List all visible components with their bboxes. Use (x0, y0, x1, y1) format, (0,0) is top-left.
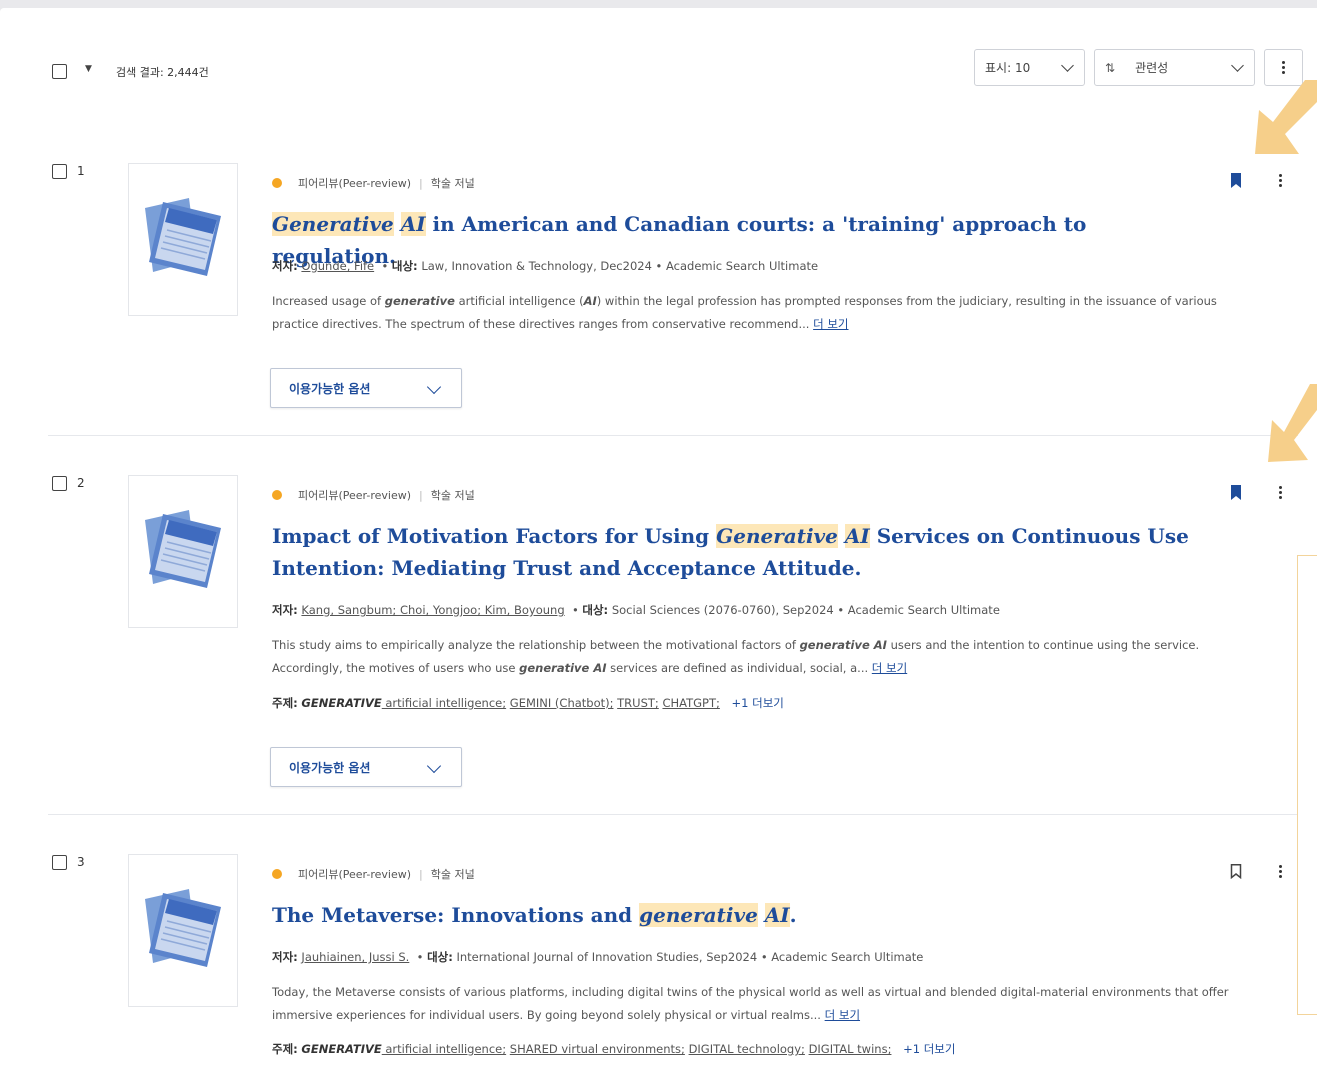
result-byline: 저자: Ogunde, Fife • 대상: Law, Innovation &… (272, 259, 819, 273)
chevron-down-icon (426, 758, 442, 774)
available-options-button[interactable]: 이용가능한 옵션 (270, 368, 462, 408)
document-icon (145, 198, 221, 276)
peer-review-icon (272, 490, 282, 500)
result-item: 3 피어리뷰(Peer-review) | 학술 저널 The Metavers… (0, 849, 1317, 1072)
sort-icon: ⇅ (1105, 60, 1116, 75)
subject-link[interactable]: DIGITAL twins; (809, 1042, 892, 1056)
results-toolbar: ▼ 검색 결과: 2,444건 표시: 10 ⇅ 관련성 (0, 8, 1317, 118)
document-icon (145, 889, 221, 967)
source-text: International Journal of Innovation Stud… (456, 950, 924, 964)
document-thumbnail[interactable] (128, 163, 238, 316)
subjects-more-link[interactable]: +1 더보기 (732, 696, 784, 710)
peer-review-icon (272, 178, 282, 188)
result-abstract: This study aims to empirically analyze t… (272, 638, 1200, 675)
subject-link[interactable]: DIGITAL technology; (689, 1042, 805, 1056)
peer-review-label: 피어리뷰(Peer-review) (298, 868, 412, 881)
result-checkbox[interactable] (52, 855, 67, 870)
display-count-label: 표시: 10 (985, 61, 1031, 75)
result-meta: 피어리뷰(Peer-review) | 학술 저널 (272, 175, 475, 191)
result-meta: 피어리뷰(Peer-review) | 학술 저널 (272, 487, 475, 503)
bookmark-filled-icon[interactable] (1230, 485, 1242, 500)
result-checkbox[interactable] (52, 164, 67, 179)
author-link[interactable]: Jauhiainen, Jussi S. (301, 950, 409, 964)
result-more-icon[interactable] (1274, 486, 1286, 499)
subjects-more-link[interactable]: +1 더보기 (903, 1042, 955, 1056)
bookmark-filled-icon[interactable] (1230, 173, 1242, 188)
result-abstract: Increased usage of generative artificial… (272, 294, 1217, 331)
result-divider (48, 435, 1298, 436)
document-thumbnail[interactable] (128, 854, 238, 1007)
select-menu-caret-icon[interactable]: ▼ (85, 64, 92, 74)
annotation-arrow (1255, 80, 1317, 154)
result-byline: 저자: Jauhiainen, Jussi S. • 대상: Internati… (272, 950, 924, 964)
doc-type-label: 학술 저널 (430, 868, 475, 881)
annotation-arrow (1268, 384, 1317, 462)
doc-type-label: 학술 저널 (430, 489, 475, 502)
peer-review-label: 피어리뷰(Peer-review) (298, 177, 412, 190)
select-all-checkbox[interactable] (52, 64, 67, 79)
subject-link[interactable]: SHARED virtual environments; (510, 1042, 685, 1056)
peer-review-icon (272, 869, 282, 879)
result-item: 2 피어리뷰(Peer-review) | 학술 저널 Impact of Mo… (0, 470, 1317, 810)
display-count-select[interactable]: 표시: 10 (974, 49, 1085, 86)
show-more-link[interactable]: 더 보기 (872, 661, 907, 675)
source-text: Law, Innovation & Technology, Dec2024 • … (421, 259, 819, 273)
doc-type-label: 학술 저널 (430, 177, 475, 190)
available-options-button[interactable]: 이용가능한 옵션 (270, 747, 462, 787)
result-divider (48, 814, 1298, 815)
result-more-icon[interactable] (1274, 174, 1286, 187)
result-more-icon[interactable] (1274, 865, 1286, 878)
document-thumbnail[interactable] (128, 475, 238, 628)
author-link[interactable]: Ogunde, Fife (301, 259, 374, 273)
result-title-link[interactable]: Impact of Motivation Factors for Using G… (272, 520, 1202, 584)
result-number: 3 (77, 855, 85, 869)
result-meta: 피어리뷰(Peer-review) | 학술 저널 (272, 866, 475, 882)
subject-link[interactable]: GEMINI (Chatbot); (510, 696, 614, 710)
subject-link[interactable]: artificial intelligence; (382, 696, 506, 710)
sort-select[interactable]: ⇅ 관련성 (1094, 49, 1255, 86)
subject-link[interactable]: CHATGPT; (662, 696, 719, 710)
author-link[interactable]: Kang, Sangbum; Choi, Yongjoo; Kim, Boyou… (301, 603, 564, 617)
peer-review-label: 피어리뷰(Peer-review) (298, 489, 412, 502)
result-count: 검색 결과: 2,444건 (116, 66, 209, 79)
result-item: 1 피어리뷰(Peer-review) | 학술 저널 Generative A… (0, 158, 1317, 448)
result-checkbox[interactable] (52, 476, 67, 491)
result-title-link[interactable]: The Metaverse: Innovations and generativ… (272, 899, 1202, 931)
chevron-down-icon (1061, 59, 1074, 72)
source-text: Social Sciences (2076-0760), Sep2024 • A… (611, 603, 1000, 617)
bookmark-outline-icon[interactable] (1230, 864, 1242, 879)
result-subjects: 주제: GENERATIVE artificial intelligence; … (272, 1042, 956, 1056)
document-icon (145, 510, 221, 588)
subject-link[interactable]: TRUST; (617, 696, 659, 710)
subject-link[interactable]: artificial intelligence; (382, 1042, 506, 1056)
result-number: 1 (77, 164, 85, 178)
chevron-down-icon (426, 379, 442, 395)
result-abstract: Today, the Metaverse consists of various… (272, 985, 1229, 1022)
results-panel: ▼ 검색 결과: 2,444건 표시: 10 ⇅ 관련성 1 피어리뷰(Peer… (0, 8, 1317, 1072)
sort-label: 관련성 (1135, 61, 1169, 75)
annotation-box (1297, 555, 1317, 1015)
result-number: 2 (77, 476, 85, 490)
chevron-down-icon (1231, 59, 1244, 72)
result-subjects: 주제: GENERATIVE artificial intelligence; … (272, 696, 784, 710)
show-more-link[interactable]: 더 보기 (825, 1008, 860, 1022)
result-byline: 저자: Kang, Sangbum; Choi, Yongjoo; Kim, B… (272, 603, 1000, 617)
show-more-link[interactable]: 더 보기 (813, 317, 848, 331)
